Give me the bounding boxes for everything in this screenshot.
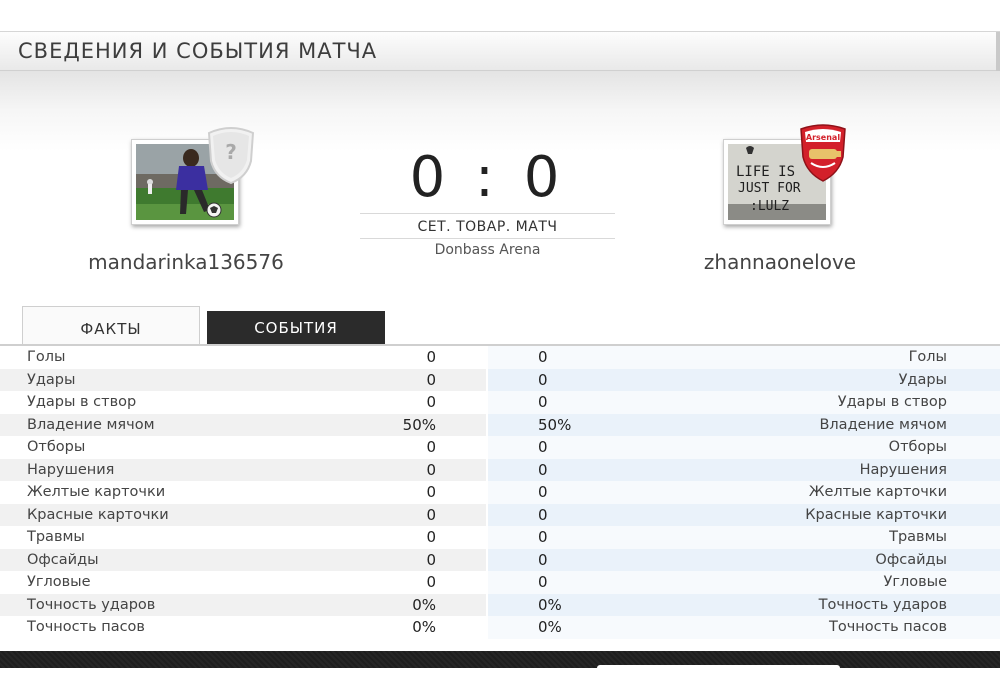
crest-question-text: ? [225,140,237,164]
home-stat-value: 0 [426,370,436,389]
away-stat-value: 0 [538,460,548,479]
table-row: Точность пасов 0% 0% Точность пасов [0,616,1000,639]
home-stat-label: Желтые карточки [27,484,166,500]
avatar-line-1: LIFE IS [736,164,795,180]
away-stat-label: Нарушения [859,461,947,478]
row-home-half [0,346,488,369]
row-divider [486,593,488,616]
home-stat-value: 0 [426,438,436,456]
page-title: СВЕДЕНИЯ И СОБЫТИЯ МАТЧА [18,39,378,63]
header-edge [996,32,1000,72]
table-row: Нарушения 0 0 Нарушения [0,458,1000,481]
away-stat-label: Желтые карточки [808,484,947,500]
tab-events[interactable]: СОБЫТИЯ [207,311,385,344]
row-divider [486,571,488,594]
table-row: Травмы 0 0 Травмы [0,526,1000,549]
tab-facts[interactable]: ФАКТЫ [22,306,200,344]
avatar-line-3: :LULZ [750,199,789,214]
away-stat-label: Удары в створ [837,394,947,410]
home-stat-value: 0 [426,528,436,546]
row-divider [486,548,488,571]
home-stat-label: Угловые [27,574,91,590]
away-stat-label: Удары [898,371,947,388]
away-stat-value: 50% [538,415,572,434]
row-divider [486,481,488,504]
table-row: Красные карточки 0 0 Красные карточки [0,503,1000,526]
away-stat-value: 0 [538,550,548,569]
home-stat-label: Голы [27,349,66,365]
crest-arsenal-text: Arsenal [806,133,840,142]
away-stat-value: 0 [538,438,548,456]
row-divider [486,436,488,459]
home-player-name[interactable]: mandarinka136576 [36,250,336,274]
table-row: Угловые 0 0 Угловые [0,571,1000,594]
home-stat-value: 0 [426,483,436,501]
home-stat-value: 0 [426,348,436,366]
home-stat-value: 50% [402,415,436,434]
away-stat-label: Офсайды [875,551,947,568]
row-divider [486,458,488,481]
away-stat-value: 0 [538,348,548,366]
row-divider [486,413,488,436]
table-row: Удары 0 0 Удары [0,368,1000,391]
home-stat-label: Удары [27,371,76,388]
away-stat-label: Угловые [883,574,947,590]
row-divider [486,616,488,639]
table-row: Удары в створ 0 0 Удары в створ [0,391,1000,414]
page-header: СВЕДЕНИЯ И СОБЫТИЯ МАТЧА [0,31,1000,72]
arsenal-crest-icon: Arsenal [795,123,851,183]
away-stat-value: 0 [538,393,548,411]
away-stat-value: 0 [538,370,548,389]
stadium-name: Donbass Arena [434,242,541,258]
footer-button[interactable] [597,665,840,675]
home-stat-label: Офсайды [27,551,99,568]
home-stat-label: Точность ударов [27,596,156,613]
stats-table: Голы 0 0 Голы Удары 0 0 Удары Удары в створ 0 0 Уда… [0,344,1000,639]
home-stat-value: 0% [412,595,436,614]
unknown-club-shield-icon: ? [203,125,259,185]
away-stat-label: Отборы [888,439,947,455]
away-stat-value: 0 [538,483,548,501]
away-stat-value: 0 [538,573,548,591]
row-divider [486,503,488,526]
away-stat-label: Точность пасов [829,619,947,635]
table-row: Отборы 0 0 Отборы [0,436,1000,459]
match-type: СЕТ. ТОВАР. МАТЧ [360,213,615,239]
avatar-line-2: JUST FOR [738,181,801,196]
away-stat-value: 0 [538,505,548,524]
home-stat-label: Травмы [27,529,85,545]
footer-bar [0,651,1000,668]
home-stat-label: Владение мячом [27,416,155,433]
match-score: 0 : 0 [409,145,566,210]
away-stat-value: 0 [538,528,548,546]
row-divider [486,391,488,414]
away-stat-value: 0% [538,618,562,636]
home-stat-value: 0 [426,550,436,569]
home-stat-label: Нарушения [27,461,115,478]
away-stat-label: Точность ударов [818,596,947,613]
home-stat-value: 0 [426,573,436,591]
away-player-name[interactable]: zhannaonelove [630,250,930,274]
table-row: Желтые карточки 0 0 Желтые карточки [0,481,1000,504]
home-stat-value: 0 [426,505,436,524]
home-stat-label: Отборы [27,439,86,455]
away-stat-label: Травмы [889,529,947,545]
away-stat-label: Голы [908,349,947,365]
home-stat-value: 0 [426,393,436,411]
home-stat-label: Красные карточки [27,506,169,523]
home-stat-label: Удары в створ [27,394,137,410]
away-stat-label: Красные карточки [805,506,947,523]
table-row: Офсайды 0 0 Офсайды [0,548,1000,571]
table-row: Голы 0 0 Голы [0,346,1000,369]
table-row: Владение мячом 50% 50% Владение мячом [0,413,1000,436]
away-stat-value: 0% [538,595,562,614]
table-row: Точность ударов 0% 0% Точность ударов [0,593,1000,616]
home-stat-label: Точность пасов [27,619,145,635]
row-divider [486,526,488,549]
home-stat-value: 0 [426,460,436,479]
away-stat-label: Владение мячом [819,416,947,433]
row-divider [486,368,488,391]
row-divider [486,346,488,369]
home-stat-value: 0% [412,618,436,636]
